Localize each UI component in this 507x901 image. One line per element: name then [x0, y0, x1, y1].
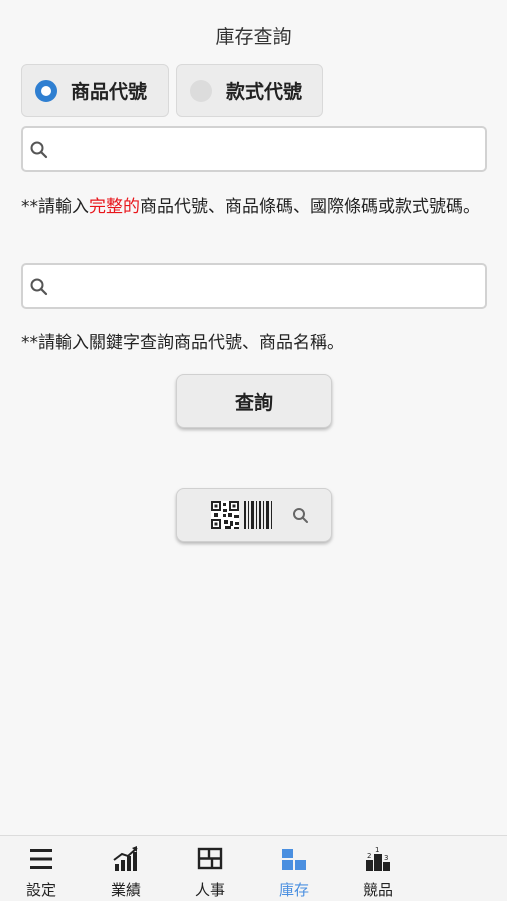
- radio-label: 商品代號: [71, 81, 148, 103]
- search-icon: [30, 278, 48, 296]
- blocks-icon: [282, 849, 306, 870]
- barcode-icon: [244, 501, 272, 529]
- svg-text:1: 1: [375, 846, 379, 854]
- tab-inventory[interactable]: 庫存: [259, 836, 329, 901]
- radio-product-code[interactable]: 商品代號: [21, 64, 169, 117]
- tab-label: 業績: [110, 881, 141, 899]
- tab-label: 設定: [25, 881, 56, 899]
- chart-icon: [113, 846, 138, 871]
- hint-highlight: 完整的: [89, 197, 140, 217]
- svg-text:3: 3: [384, 854, 388, 862]
- search-icon: [293, 508, 308, 523]
- tab-label: 競品: [362, 881, 393, 899]
- tab-label: 人事: [194, 881, 225, 899]
- code-search-hint: **請輸入完整的商品代號、商品條碼、國際條碼或款式號碼。: [21, 194, 491, 220]
- keyword-search-input[interactable]: [57, 269, 481, 305]
- page-title: 庫存查詢: [215, 26, 292, 48]
- svg-text:2: 2: [367, 852, 371, 860]
- radio-label: 款式代號: [226, 81, 303, 103]
- code-search-field: [21, 126, 487, 172]
- tab-label: 庫存: [278, 881, 309, 899]
- grid-icon: [197, 847, 223, 870]
- search-icon: [30, 141, 48, 159]
- tab-competitors[interactable]: 1 2 3 競品: [343, 836, 413, 901]
- keyword-search-field: [21, 263, 487, 309]
- scan-button[interactable]: [176, 488, 332, 542]
- code-search-input[interactable]: [57, 132, 481, 168]
- query-button[interactable]: 查詢: [176, 374, 332, 428]
- hint-prefix: **請輸入: [21, 197, 89, 217]
- radio-unselected-icon: [190, 79, 212, 102]
- tab-personnel[interactable]: 人事: [175, 836, 245, 901]
- hint-suffix: 商品代號、商品條碼、國際條碼或款式號碼。: [140, 197, 480, 217]
- tab-bar: 設定 業績 人事 庫存 1 2 3 競品: [0, 835, 507, 901]
- radio-style-code[interactable]: 款式代號: [176, 64, 323, 117]
- podium-icon: 1 2 3: [366, 846, 390, 871]
- radio-selected-icon: [35, 79, 57, 102]
- tab-settings[interactable]: 設定: [6, 836, 76, 901]
- menu-icon: [30, 849, 52, 869]
- keyword-search-hint: **請輸入關鍵字查詢商品代號、商品名稱。: [21, 333, 344, 353]
- qr-code-icon: [211, 501, 239, 529]
- tab-performance[interactable]: 業績: [91, 836, 161, 901]
